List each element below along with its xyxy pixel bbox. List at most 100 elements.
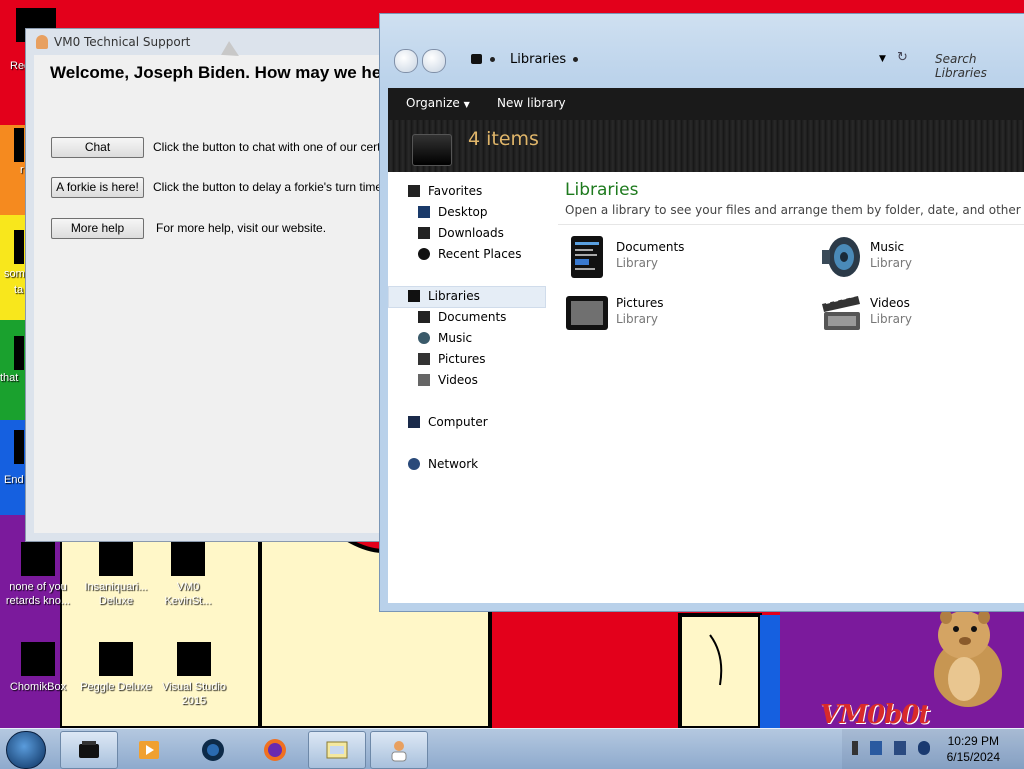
desktop-icon-visual-studio[interactable]: Visual Studio 2015 [156, 642, 232, 708]
desktop-icon-none-of-you[interactable]: none of you retards kno... [0, 542, 76, 608]
more-help-description: For more help, visit our website. [156, 221, 327, 235]
command-bar: Organize ▼ New library [388, 88, 1024, 120]
nav-item-pictures[interactable]: Pictures [418, 352, 486, 366]
libraries-large-icon [412, 134, 452, 166]
videos-icon [418, 374, 430, 386]
media-player-icon [139, 741, 159, 759]
nav-item-recent-places[interactable]: Recent Places [418, 247, 521, 261]
chevron-down-icon: ▼ [463, 100, 470, 109]
chat-description: Click the button to chat with one of our… [153, 140, 403, 154]
breadcrumb-separator-icon[interactable] [573, 57, 578, 62]
taskbar-button-globe-app[interactable] [184, 731, 242, 769]
desktop-icon-insaniquarium[interactable]: Insaniquari... Deluxe [78, 542, 154, 608]
desktop-icon-partial[interactable] [14, 336, 24, 370]
nav-item-downloads[interactable]: Downloads [418, 226, 504, 240]
library-name: Pictures [616, 296, 664, 310]
library-item-documents[interactable]: Documents Library [564, 234, 764, 282]
support-window: VM0 Technical Support Welcome, Joseph Bi… [25, 28, 402, 542]
back-button[interactable] [394, 49, 418, 73]
peggle-icon [99, 642, 133, 676]
pane-subtitle: Open a library to see your files and arr… [565, 203, 1024, 217]
music-library-icon [822, 237, 860, 277]
wallpaper-watermark: VM0b0t [820, 700, 930, 728]
chat-button[interactable]: Chat [51, 137, 144, 158]
support-window-titlebar[interactable]: VM0 Technical Support [26, 29, 391, 55]
item-count: 4 items [468, 128, 539, 150]
desktop-icon [418, 206, 430, 218]
desktop-icon-partial[interactable] [14, 230, 24, 264]
clock[interactable]: 10:29 PM 6/15/2024 [947, 733, 1000, 765]
libraries-address-icon [471, 54, 482, 64]
nav-item-documents[interactable]: Documents [418, 310, 506, 324]
taskbar-button-explorer[interactable] [60, 731, 118, 769]
address-history-dropdown-icon[interactable]: ▼ [879, 54, 886, 64]
shortcut-icon [171, 542, 205, 576]
clock-date: 6/15/2024 [946, 750, 1000, 764]
network-tray-icon[interactable] [870, 741, 882, 755]
show-hidden-icons-icon[interactable] [852, 741, 858, 755]
search-input[interactable]: Search Libraries [935, 52, 1024, 80]
nav-item-videos[interactable]: Videos [418, 373, 478, 387]
system-tray: 10:29 PM 6/15/2024 [842, 729, 1024, 769]
library-item-music[interactable]: Music Library [818, 234, 1018, 282]
nav-item-favorites[interactable]: Favorites [408, 184, 482, 198]
explorer-window: Libraries ▼ ↻ Search Libraries Organize … [379, 13, 1024, 612]
desktop-icon-label: Insaniquari... Deluxe [84, 581, 148, 607]
support-window-client: Welcome, Joseph Biden. How may we hel Ch… [34, 55, 402, 533]
libraries-icon [408, 290, 420, 302]
taskbar-button-support[interactable] [370, 731, 428, 769]
action-center-icon[interactable] [894, 741, 906, 755]
shortcut-icon [21, 542, 55, 576]
explorer-icon [79, 741, 99, 758]
nav-item-network[interactable]: Network [408, 457, 478, 471]
visual-studio-icon [177, 642, 211, 676]
desktop-icon-chomikbox[interactable]: ChomikBox [0, 642, 76, 694]
documents-library-icon [571, 236, 603, 278]
taskbar: 10:29 PM 6/15/2024 [0, 728, 1024, 769]
desktop-icon-label: End [4, 474, 24, 486]
new-library-button[interactable]: New library [497, 96, 566, 110]
library-kind: Library [870, 256, 912, 270]
support-agent-icon [391, 741, 407, 762]
forkie-button[interactable]: A forkie is here! [51, 177, 144, 198]
desktop-icon-partial[interactable] [14, 128, 24, 162]
desktop-icon-peggle-deluxe[interactable]: Peggle Deluxe [78, 642, 154, 694]
volume-icon[interactable] [918, 741, 930, 755]
pane-divider [558, 224, 1024, 225]
nav-item-libraries[interactable]: Libraries [408, 289, 480, 303]
desktop-icon-vm0-kevinst[interactable]: VM0 KevinSt... [150, 542, 226, 608]
explorer-body: Favorites Desktop Downloads Recent Place… [388, 172, 1024, 603]
taskbar-button-media-player[interactable] [120, 731, 178, 769]
nav-item-desktop[interactable]: Desktop [418, 205, 488, 219]
breadcrumb[interactable]: Libraries [510, 52, 566, 67]
forward-button[interactable] [422, 49, 446, 73]
game-icon [99, 542, 133, 576]
start-button[interactable] [6, 731, 46, 769]
computer-icon [408, 416, 420, 428]
explorer-titlebar[interactable] [380, 14, 1024, 88]
breadcrumb-separator-icon [490, 57, 495, 62]
chomikbox-icon [21, 642, 55, 676]
nav-item-music[interactable]: Music [418, 331, 472, 345]
app-globe-icon [202, 739, 224, 761]
refresh-icon[interactable]: ↻ [897, 50, 908, 65]
pane-title: Libraries [565, 180, 639, 200]
support-agent-icon [36, 35, 48, 49]
taskbar-button-firefox[interactable] [246, 731, 304, 769]
desktop-icon-partial[interactable] [14, 430, 24, 464]
library-item-videos[interactable]: Videos Library [818, 290, 1018, 338]
favorites-icon [408, 185, 420, 197]
organize-menu-button[interactable]: Organize ▼ [406, 96, 470, 110]
control-panel-icon [326, 741, 348, 759]
nav-item-computer[interactable]: Computer [408, 415, 488, 429]
taskbar-button-control-panel[interactable] [308, 731, 366, 769]
videos-library-icon [822, 295, 860, 330]
desktop-icon-label: ChomikBox [9, 681, 67, 693]
library-item-pictures[interactable]: Pictures Library [564, 290, 764, 338]
music-icon [418, 332, 430, 344]
library-kind: Library [616, 256, 658, 270]
more-help-button[interactable]: More help [51, 218, 144, 239]
library-name: Music [870, 240, 905, 254]
desktop-icon-label: Peggle Deluxe [80, 681, 152, 693]
clock-time: 10:29 PM [947, 734, 999, 748]
